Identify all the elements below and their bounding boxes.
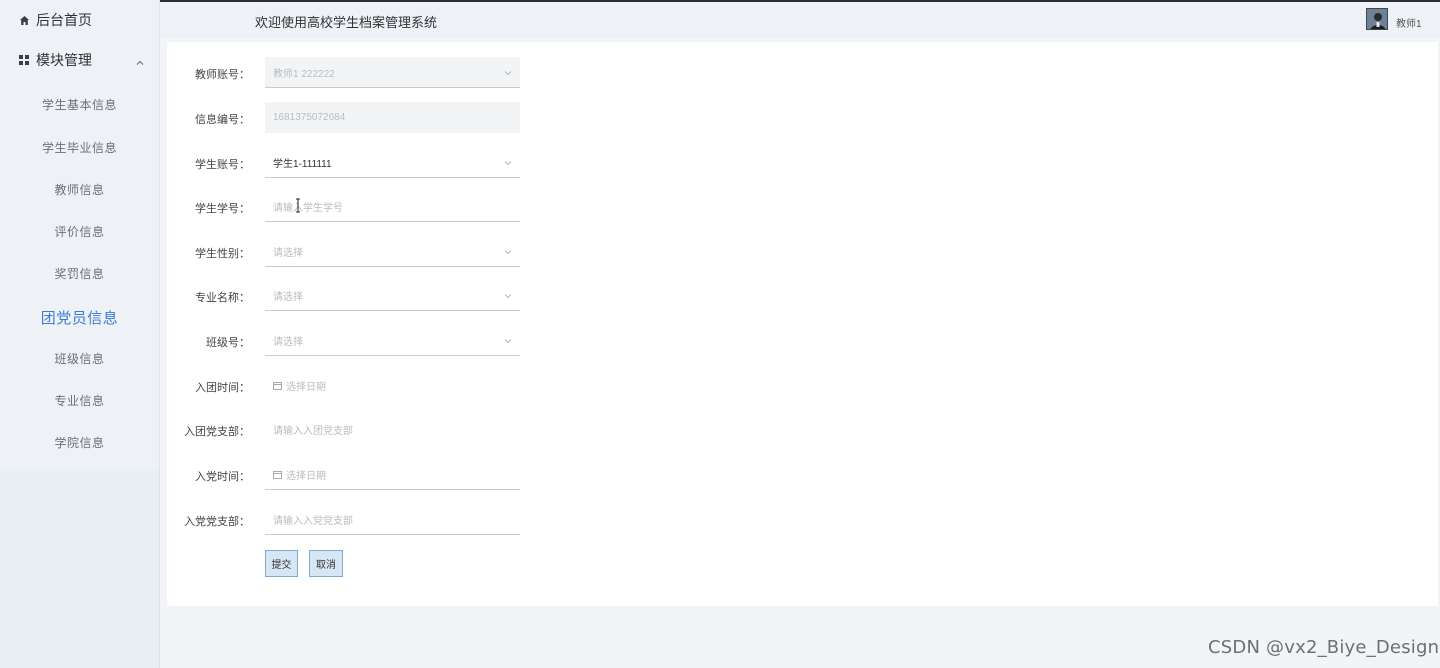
avatar[interactable] — [1366, 8, 1388, 30]
sidebar-module-label: 模块管理 — [36, 52, 92, 68]
text-cursor-icon — [295, 198, 301, 213]
student-gender-placeholder: 请选择 — [273, 247, 303, 259]
class-number-placeholder: 请选择 — [273, 336, 303, 348]
calendar-icon — [273, 381, 282, 390]
form-row-teacher-account: 教师账号： 教师1 222222 — [167, 57, 527, 89]
student-number-input[interactable]: 请输入学生学号 — [265, 191, 520, 222]
chevron-down-icon — [504, 292, 512, 300]
party-branch-placeholder: 请输入入党党支部 — [273, 515, 353, 527]
cancel-button[interactable]: 取消 — [309, 550, 343, 577]
sidebar-item-party-member[interactable]: 团党员信息 — [0, 307, 159, 328]
form-row-student-gender: 学生性别： 请选择 — [167, 236, 527, 268]
grid-icon — [18, 54, 30, 66]
form-row-party-join-date: 入党时间： 选择日期 — [167, 459, 527, 491]
chevron-down-icon — [504, 69, 512, 77]
label-league-join-date: 入团时间： — [195, 382, 250, 394]
sidebar-item-college[interactable]: 学院信息 — [0, 434, 159, 451]
sidebar-home[interactable]: 后台首页 — [0, 0, 159, 40]
top-header: 欢迎使用高校学生档案管理系统 教师1 — [160, 0, 1440, 38]
party-branch-input[interactable]: 请输入入党党支部 — [265, 504, 520, 535]
sidebar-item-teacher[interactable]: 教师信息 — [0, 181, 159, 198]
sidebar-item-evaluation[interactable]: 评价信息 — [0, 223, 159, 240]
form-row-student-account: 学生账号： 学生1-111111 — [167, 147, 527, 179]
sidebar: 后台首页 模块管理 学生基本信息 学生毕业信息 教师信息 评价信息 奖罚信息 团… — [0, 0, 160, 668]
info-number-input[interactable]: 1681375072684 — [265, 102, 520, 133]
student-account-select[interactable]: 学生1-111111 — [265, 147, 520, 178]
sidebar-item-major[interactable]: 专业信息 — [0, 392, 159, 409]
form-row-class-number: 班级号： 请选择 — [167, 325, 527, 357]
class-number-select[interactable]: 请选择 — [265, 325, 520, 356]
teacher-account-select[interactable]: 教师1 222222 — [265, 57, 520, 88]
info-number-value: 1681375072684 — [273, 112, 346, 123]
user-avatar-icon — [1367, 9, 1387, 29]
chevron-down-icon — [504, 337, 512, 345]
user-name[interactable]: 教师1 — [1396, 15, 1422, 30]
chevron-down-icon — [504, 159, 512, 167]
label-party-join-date: 入党时间： — [195, 471, 250, 483]
calendar-icon — [273, 470, 282, 479]
label-party-branch: 入党党支部： — [184, 516, 250, 528]
sidebar-item-class[interactable]: 班级信息 — [0, 350, 159, 367]
league-join-date-picker[interactable]: 选择日期 — [265, 370, 520, 401]
sidebar-item-student-graduation[interactable]: 学生毕业信息 — [0, 139, 159, 156]
league-branch-placeholder: 请输入入团党支部 — [273, 426, 353, 437]
sidebar-module-management[interactable]: 模块管理 — [0, 40, 159, 80]
form-row-league-join-date: 入团时间： 选择日期 — [167, 370, 527, 402]
student-account-value: 学生1-111111 — [273, 158, 332, 170]
party-join-date-placeholder: 选择日期 — [286, 470, 326, 482]
sidebar-home-label: 后台首页 — [36, 12, 92, 28]
student-gender-select[interactable]: 请选择 — [265, 236, 520, 267]
label-major-name: 专业名称： — [195, 292, 250, 304]
teacher-account-value: 教师1 222222 — [273, 68, 335, 80]
form-row-student-number: 学生学号： 请输入学生学号 — [167, 191, 527, 223]
watermark: CSDN @vx2_Biye_Design — [1208, 637, 1440, 658]
label-student-account: 学生账号： — [195, 159, 250, 171]
form-row-info-number: 信息编号： 1681375072684 — [167, 102, 527, 134]
label-teacher-account: 教师账号： — [195, 69, 250, 81]
form-row-major-name: 专业名称： 请选择 — [167, 280, 527, 312]
student-number-placeholder: 请输入学生学号 — [273, 202, 343, 214]
label-class-number: 班级号： — [206, 337, 250, 349]
party-join-date-picker[interactable]: 选择日期 — [265, 459, 520, 490]
submit-button[interactable]: 提交 — [265, 550, 298, 577]
major-name-select[interactable]: 请选择 — [265, 280, 520, 311]
league-join-date-placeholder: 选择日期 — [286, 382, 326, 393]
major-name-placeholder: 请选择 — [273, 291, 303, 303]
sidebar-menu: 后台首页 模块管理 学生基本信息 学生毕业信息 教师信息 评价信息 奖罚信息 团… — [0, 0, 159, 469]
sidebar-item-student-basic[interactable]: 学生基本信息 — [0, 96, 159, 113]
label-league-branch: 入团党支部： — [184, 426, 250, 438]
sidebar-item-reward-punishment[interactable]: 奖罚信息 — [0, 265, 159, 282]
home-icon — [18, 14, 30, 26]
form-row-party-branch: 入党党支部： 请输入入党党支部 — [167, 504, 527, 536]
league-branch-input[interactable]: 请输入入团党支部 — [265, 414, 520, 445]
label-student-gender: 学生性别： — [195, 248, 250, 260]
form-row-league-branch: 入团党支部： 请输入入团党支部 — [167, 414, 527, 446]
chevron-down-icon — [504, 248, 512, 256]
label-student-number: 学生学号： — [195, 203, 250, 215]
label-info-number: 信息编号： — [195, 114, 250, 126]
chevron-up-icon — [135, 55, 145, 65]
form-panel: 教师账号： 教师1 222222 信息编号： 1681375072684 学生账… — [167, 42, 1438, 606]
system-title: 欢迎使用高校学生档案管理系统 — [255, 15, 438, 30]
app: 后台首页 模块管理 学生基本信息 学生毕业信息 教师信息 评价信息 奖罚信息 团… — [0, 0, 1440, 668]
